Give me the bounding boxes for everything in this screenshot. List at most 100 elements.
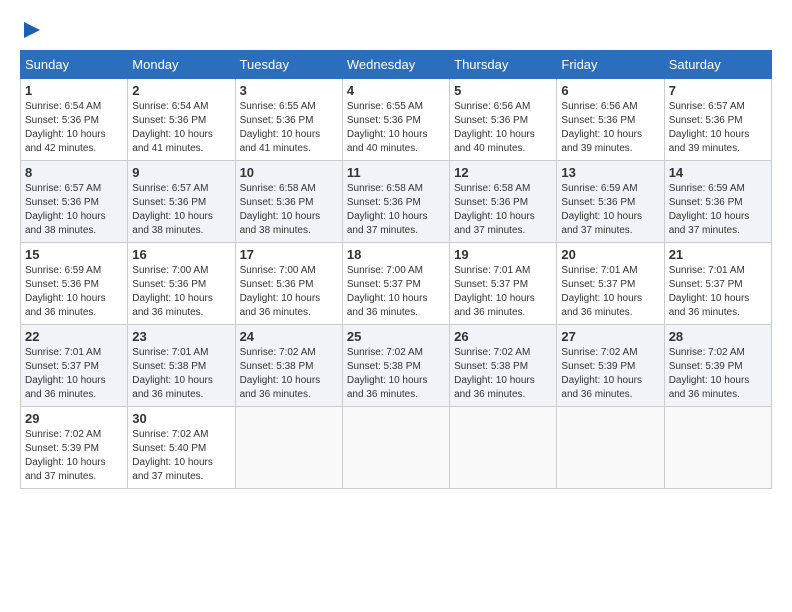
weekday-header-cell: Saturday: [664, 51, 771, 79]
day-detail: Sunrise: 6:58 AM Sunset: 5:36 PM Dayligh…: [454, 182, 552, 238]
day-detail: Sunrise: 6:54 AM Sunset: 5:36 PM Dayligh…: [132, 100, 230, 156]
day-number: 1: [25, 83, 123, 98]
day-detail: Sunrise: 6:57 AM Sunset: 5:36 PM Dayligh…: [132, 182, 230, 238]
calendar-day-cell: 3 Sunrise: 6:55 AM Sunset: 5:36 PM Dayli…: [235, 79, 342, 161]
day-number: 17: [240, 247, 338, 262]
calendar-day-cell: 28 Sunrise: 7:02 AM Sunset: 5:39 PM Dayl…: [664, 325, 771, 407]
calendar-day-cell: 13 Sunrise: 6:59 AM Sunset: 5:36 PM Dayl…: [557, 161, 664, 243]
day-detail: Sunrise: 6:56 AM Sunset: 5:36 PM Dayligh…: [561, 100, 659, 156]
day-detail: Sunrise: 6:57 AM Sunset: 5:36 PM Dayligh…: [669, 100, 767, 156]
day-detail: Sunrise: 7:02 AM Sunset: 5:38 PM Dayligh…: [347, 346, 445, 402]
day-number: 30: [132, 411, 230, 426]
day-detail: Sunrise: 7:01 AM Sunset: 5:37 PM Dayligh…: [454, 264, 552, 320]
day-number: 3: [240, 83, 338, 98]
day-number: 18: [347, 247, 445, 262]
calendar-day-cell: 9 Sunrise: 6:57 AM Sunset: 5:36 PM Dayli…: [128, 161, 235, 243]
calendar-day-cell: 17 Sunrise: 7:00 AM Sunset: 5:36 PM Dayl…: [235, 243, 342, 325]
day-detail: Sunrise: 6:59 AM Sunset: 5:36 PM Dayligh…: [25, 264, 123, 320]
calendar-day-cell: [664, 407, 771, 489]
calendar-day-cell: 23 Sunrise: 7:01 AM Sunset: 5:38 PM Dayl…: [128, 325, 235, 407]
calendar-week-row: 15 Sunrise: 6:59 AM Sunset: 5:36 PM Dayl…: [21, 243, 772, 325]
logo: [20, 20, 42, 40]
day-number: 23: [132, 329, 230, 344]
day-number: 28: [669, 329, 767, 344]
day-detail: Sunrise: 6:58 AM Sunset: 5:36 PM Dayligh…: [347, 182, 445, 238]
calendar-day-cell: 5 Sunrise: 6:56 AM Sunset: 5:36 PM Dayli…: [450, 79, 557, 161]
calendar-day-cell: 2 Sunrise: 6:54 AM Sunset: 5:36 PM Dayli…: [128, 79, 235, 161]
calendar-day-cell: 18 Sunrise: 7:00 AM Sunset: 5:37 PM Dayl…: [342, 243, 449, 325]
day-detail: Sunrise: 7:02 AM Sunset: 5:38 PM Dayligh…: [454, 346, 552, 402]
day-detail: Sunrise: 6:59 AM Sunset: 5:36 PM Dayligh…: [561, 182, 659, 238]
day-detail: Sunrise: 6:58 AM Sunset: 5:36 PM Dayligh…: [240, 182, 338, 238]
day-number: 9: [132, 165, 230, 180]
calendar-day-cell: 19 Sunrise: 7:01 AM Sunset: 5:37 PM Dayl…: [450, 243, 557, 325]
day-detail: Sunrise: 6:55 AM Sunset: 5:36 PM Dayligh…: [240, 100, 338, 156]
calendar-day-cell: 29 Sunrise: 7:02 AM Sunset: 5:39 PM Dayl…: [21, 407, 128, 489]
calendar-day-cell: [342, 407, 449, 489]
day-number: 13: [561, 165, 659, 180]
calendar-day-cell: 21 Sunrise: 7:01 AM Sunset: 5:37 PM Dayl…: [664, 243, 771, 325]
weekday-header-cell: Sunday: [21, 51, 128, 79]
calendar-day-cell: 16 Sunrise: 7:00 AM Sunset: 5:36 PM Dayl…: [128, 243, 235, 325]
calendar-day-cell: 4 Sunrise: 6:55 AM Sunset: 5:36 PM Dayli…: [342, 79, 449, 161]
day-detail: Sunrise: 7:01 AM Sunset: 5:37 PM Dayligh…: [561, 264, 659, 320]
calendar-day-cell: [235, 407, 342, 489]
day-number: 27: [561, 329, 659, 344]
day-detail: Sunrise: 7:02 AM Sunset: 5:39 PM Dayligh…: [561, 346, 659, 402]
day-number: 14: [669, 165, 767, 180]
day-detail: Sunrise: 7:02 AM Sunset: 5:40 PM Dayligh…: [132, 428, 230, 484]
day-detail: Sunrise: 6:59 AM Sunset: 5:36 PM Dayligh…: [669, 182, 767, 238]
calendar-week-row: 1 Sunrise: 6:54 AM Sunset: 5:36 PM Dayli…: [21, 79, 772, 161]
calendar-day-cell: 22 Sunrise: 7:01 AM Sunset: 5:37 PM Dayl…: [21, 325, 128, 407]
day-detail: Sunrise: 6:57 AM Sunset: 5:36 PM Dayligh…: [25, 182, 123, 238]
day-detail: Sunrise: 6:55 AM Sunset: 5:36 PM Dayligh…: [347, 100, 445, 156]
calendar-table: SundayMondayTuesdayWednesdayThursdayFrid…: [20, 50, 772, 489]
day-number: 22: [25, 329, 123, 344]
calendar-day-cell: 27 Sunrise: 7:02 AM Sunset: 5:39 PM Dayl…: [557, 325, 664, 407]
logo-flag-icon: [22, 20, 42, 40]
day-number: 19: [454, 247, 552, 262]
calendar-day-cell: 26 Sunrise: 7:02 AM Sunset: 5:38 PM Dayl…: [450, 325, 557, 407]
weekday-header-row: SundayMondayTuesdayWednesdayThursdayFrid…: [21, 51, 772, 79]
weekday-header-cell: Wednesday: [342, 51, 449, 79]
day-detail: Sunrise: 6:54 AM Sunset: 5:36 PM Dayligh…: [25, 100, 123, 156]
calendar-day-cell: 7 Sunrise: 6:57 AM Sunset: 5:36 PM Dayli…: [664, 79, 771, 161]
day-number: 11: [347, 165, 445, 180]
day-number: 25: [347, 329, 445, 344]
calendar-day-cell: 14 Sunrise: 6:59 AM Sunset: 5:36 PM Dayl…: [664, 161, 771, 243]
calendar-week-row: 29 Sunrise: 7:02 AM Sunset: 5:39 PM Dayl…: [21, 407, 772, 489]
day-number: 7: [669, 83, 767, 98]
day-detail: Sunrise: 7:00 AM Sunset: 5:36 PM Dayligh…: [132, 264, 230, 320]
day-number: 15: [25, 247, 123, 262]
day-detail: Sunrise: 7:01 AM Sunset: 5:38 PM Dayligh…: [132, 346, 230, 402]
calendar-week-row: 8 Sunrise: 6:57 AM Sunset: 5:36 PM Dayli…: [21, 161, 772, 243]
calendar-day-cell: 12 Sunrise: 6:58 AM Sunset: 5:36 PM Dayl…: [450, 161, 557, 243]
day-number: 21: [669, 247, 767, 262]
day-number: 6: [561, 83, 659, 98]
day-number: 10: [240, 165, 338, 180]
weekday-header-cell: Tuesday: [235, 51, 342, 79]
day-number: 8: [25, 165, 123, 180]
day-detail: Sunrise: 7:01 AM Sunset: 5:37 PM Dayligh…: [25, 346, 123, 402]
day-detail: Sunrise: 7:02 AM Sunset: 5:39 PM Dayligh…: [25, 428, 123, 484]
calendar-day-cell: 11 Sunrise: 6:58 AM Sunset: 5:36 PM Dayl…: [342, 161, 449, 243]
calendar-day-cell: 1 Sunrise: 6:54 AM Sunset: 5:36 PM Dayli…: [21, 79, 128, 161]
calendar-day-cell: 6 Sunrise: 6:56 AM Sunset: 5:36 PM Dayli…: [557, 79, 664, 161]
day-detail: Sunrise: 7:01 AM Sunset: 5:37 PM Dayligh…: [669, 264, 767, 320]
day-number: 20: [561, 247, 659, 262]
calendar-day-cell: 10 Sunrise: 6:58 AM Sunset: 5:36 PM Dayl…: [235, 161, 342, 243]
calendar-day-cell: 30 Sunrise: 7:02 AM Sunset: 5:40 PM Dayl…: [128, 407, 235, 489]
day-detail: Sunrise: 7:02 AM Sunset: 5:38 PM Dayligh…: [240, 346, 338, 402]
weekday-header-cell: Thursday: [450, 51, 557, 79]
day-number: 2: [132, 83, 230, 98]
day-detail: Sunrise: 6:56 AM Sunset: 5:36 PM Dayligh…: [454, 100, 552, 156]
calendar-day-cell: 20 Sunrise: 7:01 AM Sunset: 5:37 PM Dayl…: [557, 243, 664, 325]
calendar-week-row: 22 Sunrise: 7:01 AM Sunset: 5:37 PM Dayl…: [21, 325, 772, 407]
page-header: [20, 20, 772, 40]
calendar-day-cell: 24 Sunrise: 7:02 AM Sunset: 5:38 PM Dayl…: [235, 325, 342, 407]
calendar-day-cell: [557, 407, 664, 489]
calendar-day-cell: 25 Sunrise: 7:02 AM Sunset: 5:38 PM Dayl…: [342, 325, 449, 407]
day-detail: Sunrise: 7:02 AM Sunset: 5:39 PM Dayligh…: [669, 346, 767, 402]
calendar-day-cell: 8 Sunrise: 6:57 AM Sunset: 5:36 PM Dayli…: [21, 161, 128, 243]
day-number: 29: [25, 411, 123, 426]
